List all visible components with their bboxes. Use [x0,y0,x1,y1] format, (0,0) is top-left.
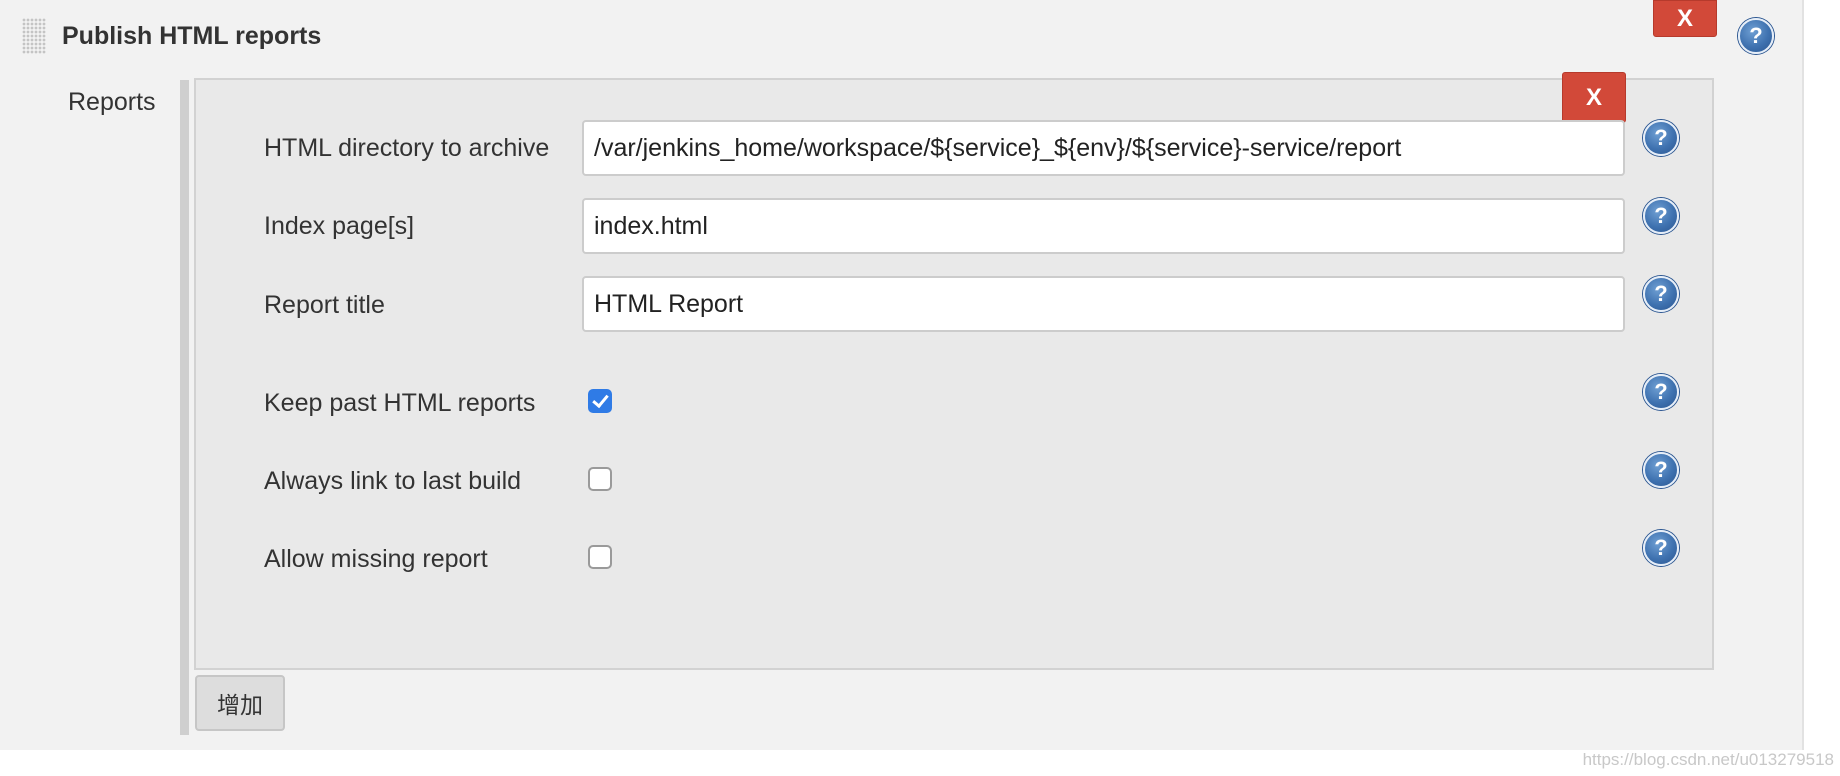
repeatable-group-bar [180,80,189,735]
allow-missing-report-label: Allow missing report [264,545,488,573]
delete-report-button[interactable]: X [1562,72,1626,123]
allow-missing-report-checkbox[interactable] [588,545,612,569]
publish-html-reports-section: Publish HTML reports X ? Reports X HTML … [0,0,1804,750]
section-title: Publish HTML reports [62,22,322,50]
watermark: https://blog.csdn.net/u013279518 [1582,750,1834,769]
report-title-label: Report title [264,291,385,319]
report-title-help-icon[interactable]: ? [1643,276,1679,312]
html-directory-input[interactable] [582,120,1625,176]
add-report-button[interactable]: 增加 [195,675,285,731]
keep-past-reports-checkbox[interactable] [588,389,612,413]
allow-missing-report-help-icon[interactable]: ? [1643,530,1679,566]
html-directory-label: HTML directory to archive [264,134,550,162]
drag-handle-icon[interactable] [22,18,46,54]
delete-section-button[interactable]: X [1653,0,1717,37]
index-pages-label: Index page[s] [264,212,415,240]
index-pages-input[interactable] [582,198,1625,254]
reports-label: Reports [68,88,156,116]
always-link-last-build-label: Always link to last build [264,467,522,495]
section-help-icon[interactable]: ? [1738,18,1774,54]
html-directory-help-icon[interactable]: ? [1643,120,1679,156]
index-pages-help-icon[interactable]: ? [1643,198,1679,234]
always-link-last-build-help-icon[interactable]: ? [1643,452,1679,488]
always-link-last-build-checkbox[interactable] [588,467,612,491]
report-title-input[interactable] [582,276,1625,332]
keep-past-reports-label: Keep past HTML reports [264,389,536,417]
keep-past-reports-help-icon[interactable]: ? [1643,374,1679,410]
